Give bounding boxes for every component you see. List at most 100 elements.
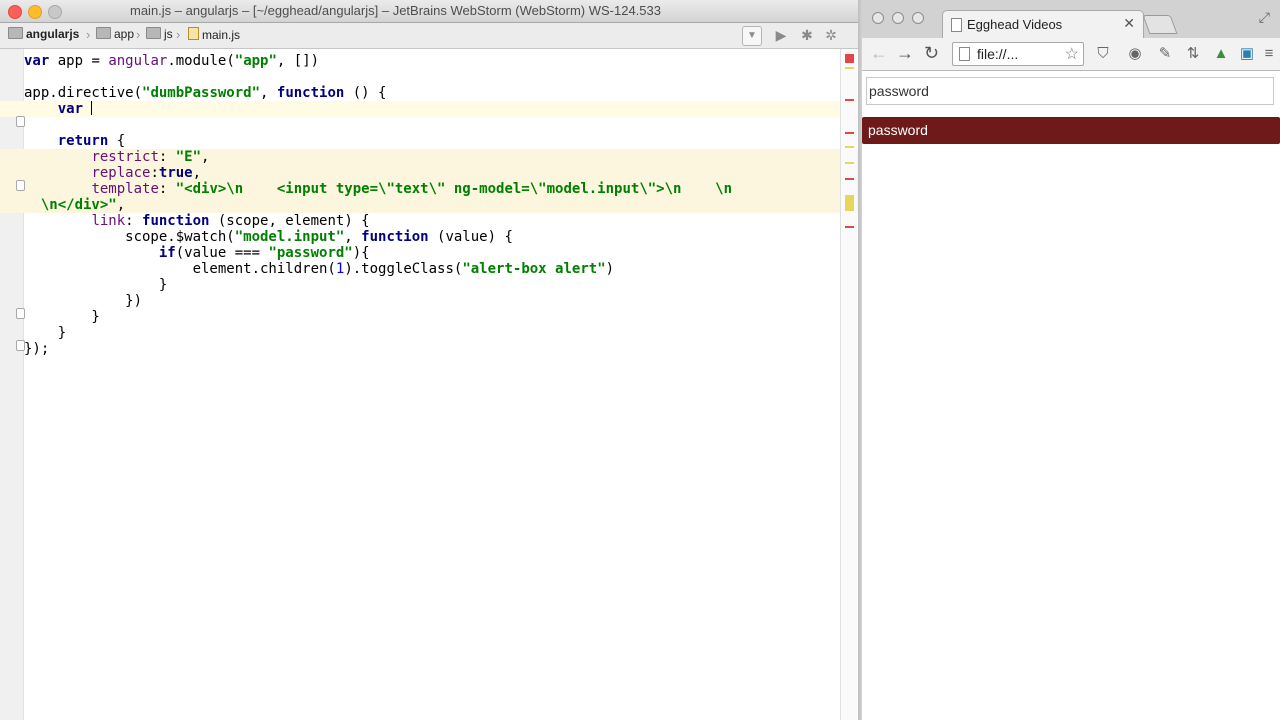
code-editor[interactable]: var app = angular.module("app", []) app.d… bbox=[0, 49, 862, 720]
debug-icon[interactable]: ✱ bbox=[798, 26, 816, 44]
code-line[interactable]: }); bbox=[0, 341, 862, 357]
browser-tab[interactable]: Egghead Videos ✕ bbox=[942, 10, 1144, 39]
alert-box: password bbox=[862, 117, 1280, 144]
fold-marker[interactable] bbox=[16, 308, 25, 319]
code-line[interactable]: scope.$watch("model.input", function (va… bbox=[0, 229, 862, 245]
code-line[interactable]: } bbox=[0, 277, 862, 293]
code-line[interactable]: } bbox=[0, 325, 862, 341]
code-token: , bbox=[344, 229, 362, 245]
run-config-dropdown[interactable]: ▼ bbox=[742, 26, 762, 46]
code-token: var bbox=[24, 53, 50, 69]
minimize-window-icon[interactable] bbox=[28, 5, 42, 19]
menu-icon[interactable]: ≡ bbox=[1260, 45, 1278, 63]
eyedropper-icon[interactable]: ✎ bbox=[1156, 45, 1174, 63]
run-icon[interactable]: ▶ bbox=[772, 26, 790, 44]
code-line[interactable] bbox=[0, 69, 862, 85]
fold-marker[interactable] bbox=[16, 116, 25, 127]
code-token: if bbox=[158, 245, 176, 261]
extension-icon[interactable]: ▣ bbox=[1238, 45, 1256, 63]
code-line[interactable]: template: "<div>\n <input type=\"text\" … bbox=[0, 181, 862, 197]
fullscreen-icon[interactable]: ⤢ bbox=[1259, 9, 1270, 26]
error-mark[interactable] bbox=[845, 226, 854, 228]
download-extension-icon[interactable]: ◉ bbox=[1126, 45, 1144, 63]
folder-icon bbox=[8, 27, 23, 39]
breadcrumb-app[interactable]: app bbox=[96, 27, 134, 43]
code-line[interactable]: app.directive("dumbPassword", function (… bbox=[0, 85, 862, 101]
settings-icon[interactable]: ✲ bbox=[822, 26, 840, 44]
error-mark[interactable] bbox=[845, 178, 854, 180]
forward-icon[interactable]: → bbox=[896, 43, 914, 64]
code-token: }) bbox=[24, 293, 143, 309]
code-token: "dumbPassword" bbox=[142, 85, 261, 101]
back-icon[interactable]: ← bbox=[870, 43, 888, 64]
error-mark[interactable] bbox=[845, 99, 854, 101]
close-tab-icon[interactable]: ✕ bbox=[1123, 15, 1135, 32]
code-token: , bbox=[201, 149, 210, 165]
close-window-icon[interactable] bbox=[8, 5, 22, 19]
code-token: \n</div>" bbox=[40, 197, 117, 213]
ide-title-bar: main.js – angularjs – [~/egghead/angular… bbox=[0, 0, 860, 23]
code-token: } bbox=[24, 309, 100, 325]
code-line[interactable]: var app = angular.module("app", []) bbox=[0, 53, 862, 69]
breadcrumb-js[interactable]: js bbox=[146, 27, 173, 43]
code-token: , []) bbox=[276, 53, 320, 69]
code-token: restrict bbox=[91, 149, 159, 165]
code-token: function bbox=[361, 229, 429, 245]
code-token: return bbox=[57, 133, 109, 149]
new-tab-button[interactable] bbox=[1142, 15, 1178, 34]
code-line[interactable]: }) bbox=[0, 293, 862, 309]
warning-mark[interactable] bbox=[845, 195, 854, 211]
code-token: replace bbox=[91, 165, 151, 181]
code-token: , bbox=[192, 165, 202, 181]
zoom-window-icon[interactable] bbox=[912, 12, 924, 24]
code-token: "app" bbox=[234, 53, 277, 69]
breadcrumb-project[interactable]: angularjs bbox=[8, 27, 79, 43]
code-line[interactable]: } bbox=[0, 309, 862, 325]
minimize-window-icon[interactable] bbox=[892, 12, 904, 24]
close-window-icon[interactable] bbox=[872, 12, 884, 24]
sort-arrows-icon[interactable]: ⇅ bbox=[1184, 45, 1202, 63]
ide-window-title: main.js – angularjs – [~/egghead/angular… bbox=[130, 3, 661, 18]
breadcrumb: angularjs › app › js › main.js ▼ ▶ ✱ ✲ bbox=[0, 23, 860, 49]
breadcrumb-file[interactable]: main.js bbox=[188, 27, 240, 43]
code-line[interactable]: \n</div>", bbox=[0, 197, 862, 213]
code-line[interactable]: if(value === "password"){ bbox=[0, 245, 862, 261]
code-line[interactable]: element.children(1).toggleClass("alert-b… bbox=[0, 261, 862, 277]
error-stripe[interactable] bbox=[840, 49, 857, 720]
code-token: .module( bbox=[167, 53, 235, 69]
code-token: true bbox=[158, 165, 193, 181]
code-token: : bbox=[150, 165, 159, 181]
code-token: "E" bbox=[175, 149, 202, 165]
zoom-window-icon[interactable] bbox=[48, 5, 62, 19]
fold-marker[interactable] bbox=[16, 340, 25, 351]
code-line[interactable]: link: function (scope, element) { bbox=[0, 213, 862, 229]
code-token: (value) { bbox=[428, 229, 513, 245]
code-line[interactable]: restrict: "E", bbox=[0, 149, 862, 165]
google-drive-icon[interactable]: ▲ bbox=[1212, 45, 1230, 63]
pocket-icon[interactable]: ⛉ bbox=[1094, 45, 1112, 63]
code-token: element.children( bbox=[24, 261, 336, 277]
code-line[interactable] bbox=[0, 117, 862, 133]
error-indicator-icon[interactable] bbox=[845, 54, 854, 63]
warning-mark[interactable] bbox=[845, 162, 854, 164]
address-bar[interactable]: file://... ☆ bbox=[952, 42, 1084, 66]
code-line[interactable]: var bbox=[0, 101, 862, 117]
reload-icon[interactable]: ↻ bbox=[924, 43, 939, 64]
code-line[interactable]: return { bbox=[0, 133, 862, 149]
bookmark-star-icon[interactable]: ☆ bbox=[1065, 44, 1079, 64]
password-text-input[interactable] bbox=[866, 77, 1274, 105]
address-text: file://... bbox=[977, 46, 1019, 62]
code-token: "<div>\n <input type=\"text\" ng-model=\… bbox=[175, 181, 733, 197]
fold-marker[interactable] bbox=[16, 180, 25, 191]
ide-window: main.js – angularjs – [~/egghead/angular… bbox=[0, 0, 862, 720]
warning-mark[interactable] bbox=[845, 146, 854, 148]
code-token: scope.$watch( bbox=[24, 229, 235, 245]
warning-mark[interactable] bbox=[845, 67, 854, 69]
code-token: : bbox=[158, 149, 176, 165]
code-line[interactable]: replace:true, bbox=[0, 165, 862, 181]
error-mark[interactable] bbox=[845, 132, 854, 134]
